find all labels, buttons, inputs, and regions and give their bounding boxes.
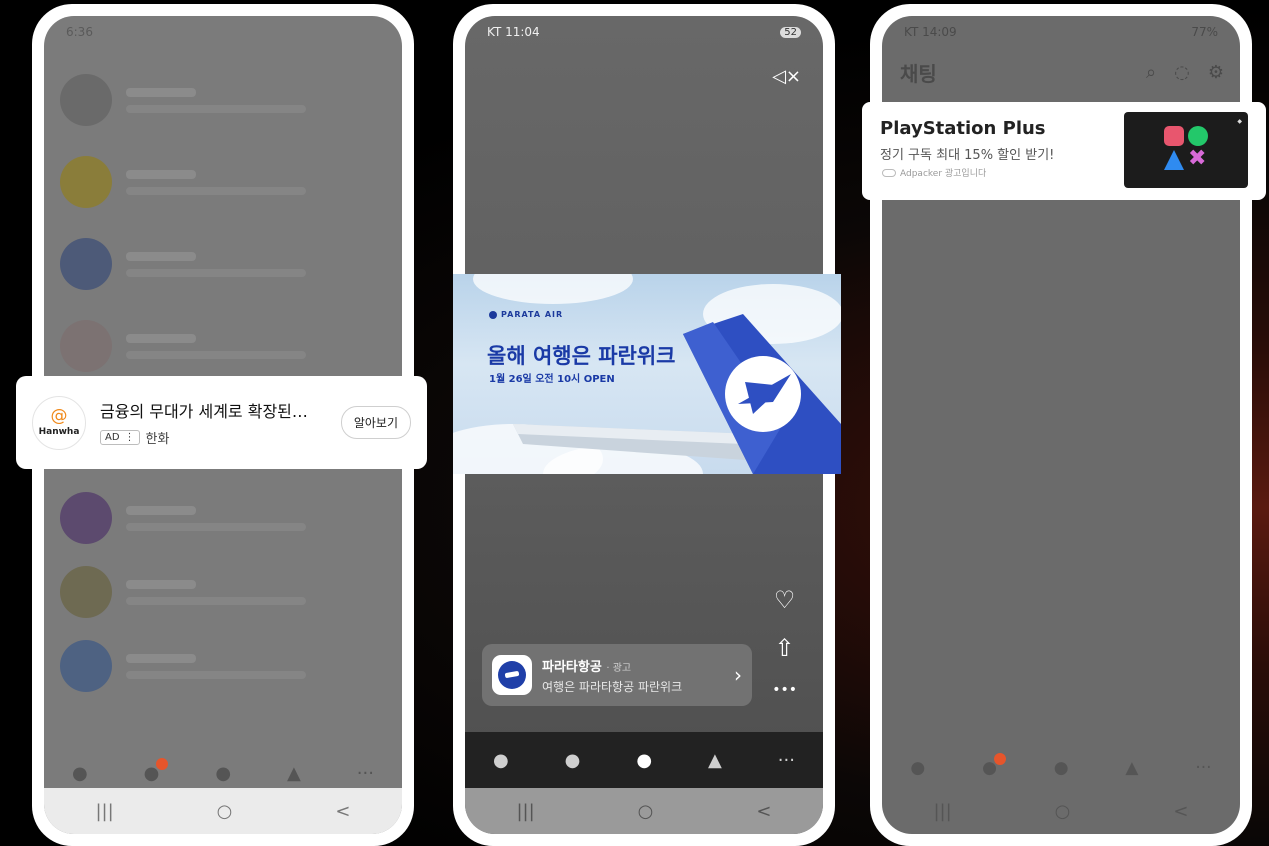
bottom-tab-bar: ● ● ● ▲ ··· <box>882 742 1240 794</box>
chevron-right-icon[interactable]: › <box>734 663 742 687</box>
friends-tab-icon[interactable]: ● <box>493 750 509 771</box>
openchat-tab-icon[interactable]: ● <box>1054 758 1069 778</box>
more-tab-icon[interactable]: ··· <box>357 763 374 784</box>
system-nav-bar: ||| ○ < <box>882 788 1240 834</box>
openchat-tab-icon[interactable]: ● <box>215 763 231 784</box>
avatar <box>60 566 112 618</box>
chats-tab-icon[interactable]: ● <box>982 753 1006 778</box>
status-bar: KT 14:09 77% <box>882 16 1240 48</box>
search-icon[interactable]: ⌕ <box>1146 62 1156 83</box>
back-button[interactable]: < <box>335 801 350 822</box>
recent-apps-button[interactable]: ||| <box>95 801 113 822</box>
more-options-icon[interactable]: ••• <box>772 682 797 698</box>
back-button[interactable]: < <box>756 801 771 822</box>
more-tab-icon[interactable]: ··· <box>1195 758 1211 778</box>
chat-list-item[interactable] <box>60 70 386 130</box>
advertiser-name: 한화 <box>145 432 170 447</box>
ad-title: 금융의 무대가 세계로 확장된… <box>100 402 308 421</box>
system-nav-bar: ||| ○ < <box>465 788 823 834</box>
openchat-tab-icon[interactable]: ● <box>636 750 652 771</box>
chat-list-item[interactable] <box>60 636 386 696</box>
cross-shape-icon: ✖ <box>1188 146 1207 171</box>
chats-tab-icon[interactable]: ● <box>565 750 581 771</box>
recent-apps-button[interactable]: ||| <box>933 801 951 822</box>
avatar <box>60 74 112 126</box>
hanwha-logo-text: Hanwha <box>38 427 80 437</box>
recent-apps-button[interactable]: ||| <box>516 801 534 822</box>
header-icons: ⌕ ◌ ⚙ <box>1146 62 1224 83</box>
avatar <box>60 640 112 692</box>
ad-source: Adpacker 광고입니다 <box>882 166 986 179</box>
avatar <box>60 238 112 290</box>
ad-subtitle: 정기 구독 최대 15% 할인 받기! <box>880 148 1055 163</box>
status-time: KT 14:09 <box>904 25 957 39</box>
sponsored-card[interactable]: 파라타항공 · 광고 여행은 파라타항공 파란위크 › <box>482 644 752 706</box>
battery-level: 52 <box>780 26 801 38</box>
sponsor-description: 여행은 파라타항공 파란위크 <box>542 679 683 694</box>
battery-level: 77% <box>1191 25 1218 39</box>
ad-label: AD <box>105 432 120 443</box>
page-title: 채팅 <box>900 62 937 86</box>
banner-brand-text: PARATA AIR <box>501 310 564 319</box>
playstation-plus-ad[interactable]: PlayStation Plus 정기 구독 최대 15% 할인 받기! Adp… <box>862 102 1266 200</box>
settings-gear-icon[interactable]: ⚙ <box>1208 62 1224 83</box>
new-chat-icon[interactable]: ◌ <box>1174 62 1190 83</box>
banner-subline: 1월 26일 오전 10시 OPEN <box>489 374 615 385</box>
sponsor-name: 파라타항공 <box>542 659 602 675</box>
chat-list-item[interactable] <box>60 316 386 376</box>
circle-shape-icon <box>1188 126 1208 146</box>
avatar <box>60 320 112 372</box>
home-button[interactable]: ○ <box>1055 801 1071 822</box>
ad-source-text: Adpacker 광고입니다 <box>900 169 987 179</box>
system-nav-bar: ||| ○ < <box>44 788 402 834</box>
chat-list-item[interactable] <box>60 562 386 622</box>
like-icon[interactable]: ♡ <box>774 586 796 614</box>
home-button[interactable]: ○ <box>217 801 233 822</box>
ad-thumbnail[interactable]: ◆ ✖ <box>1124 112 1248 188</box>
hanwha-swirl-icon: @ <box>50 406 68 426</box>
friends-tab-icon[interactable]: ● <box>910 758 925 778</box>
triangle-shape-icon <box>1164 150 1184 170</box>
shopping-tab-icon[interactable]: ▲ <box>287 763 301 784</box>
banner-brand: PARATA AIR <box>489 310 563 319</box>
parata-app-icon <box>492 655 532 695</box>
status-bar: KT 11:04 52 <box>465 16 823 48</box>
chat-list-item[interactable] <box>60 234 386 294</box>
shopping-tab-icon[interactable]: ▲ <box>708 750 722 771</box>
shopping-tab-icon[interactable]: ▲ <box>1125 758 1138 778</box>
banner-headline: 올해 여행은 파란위크 <box>487 344 676 368</box>
status-bar: 6:36 <box>44 16 402 48</box>
bottom-tab-bar: ● ● ● ▲ ··· <box>465 732 823 788</box>
ad-title: PlayStation Plus <box>880 118 1046 139</box>
chat-list-item[interactable] <box>60 488 386 548</box>
more-tab-icon[interactable]: ··· <box>778 750 795 771</box>
square-shape-icon <box>1164 126 1184 146</box>
status-time: 6:36 <box>66 25 93 39</box>
side-actions: ♡ ⇧ ••• <box>772 586 797 698</box>
parata-logo-icon <box>489 310 497 319</box>
ad-menu-icon[interactable]: ⋮ <box>125 432 135 443</box>
ad-badge[interactable]: AD ⋮ <box>100 430 140 445</box>
status-time: KT 11:04 <box>487 25 540 39</box>
chat-list-item[interactable] <box>60 152 386 212</box>
parata-air-banner-ad[interactable]: PARATA AIR 올해 여행은 파란위크 1월 26일 오전 10시 OPE… <box>453 274 841 474</box>
learn-more-button[interactable]: 알아보기 <box>340 406 411 439</box>
share-icon[interactable]: ⇧ <box>775 634 795 662</box>
ad-pill-icon <box>882 168 896 177</box>
chats-tab-icon[interactable]: ● <box>144 757 169 784</box>
hanwha-ad-card[interactable]: @ Hanwha 금융의 무대가 세계로 확장된… AD ⋮ 한화 알아보기 <box>16 376 427 469</box>
home-button[interactable]: ○ <box>638 801 654 822</box>
hanwha-logo: @ Hanwha <box>32 395 86 450</box>
avatar <box>60 492 112 544</box>
sponsor-tag: · 광고 <box>606 662 632 674</box>
avatar <box>60 156 112 208</box>
friends-tab-icon[interactable]: ● <box>72 763 88 784</box>
thumb-logo-icon: ◆ <box>1237 118 1242 125</box>
mute-icon[interactable]: ◁× <box>772 66 801 87</box>
back-button[interactable]: < <box>1173 801 1188 822</box>
